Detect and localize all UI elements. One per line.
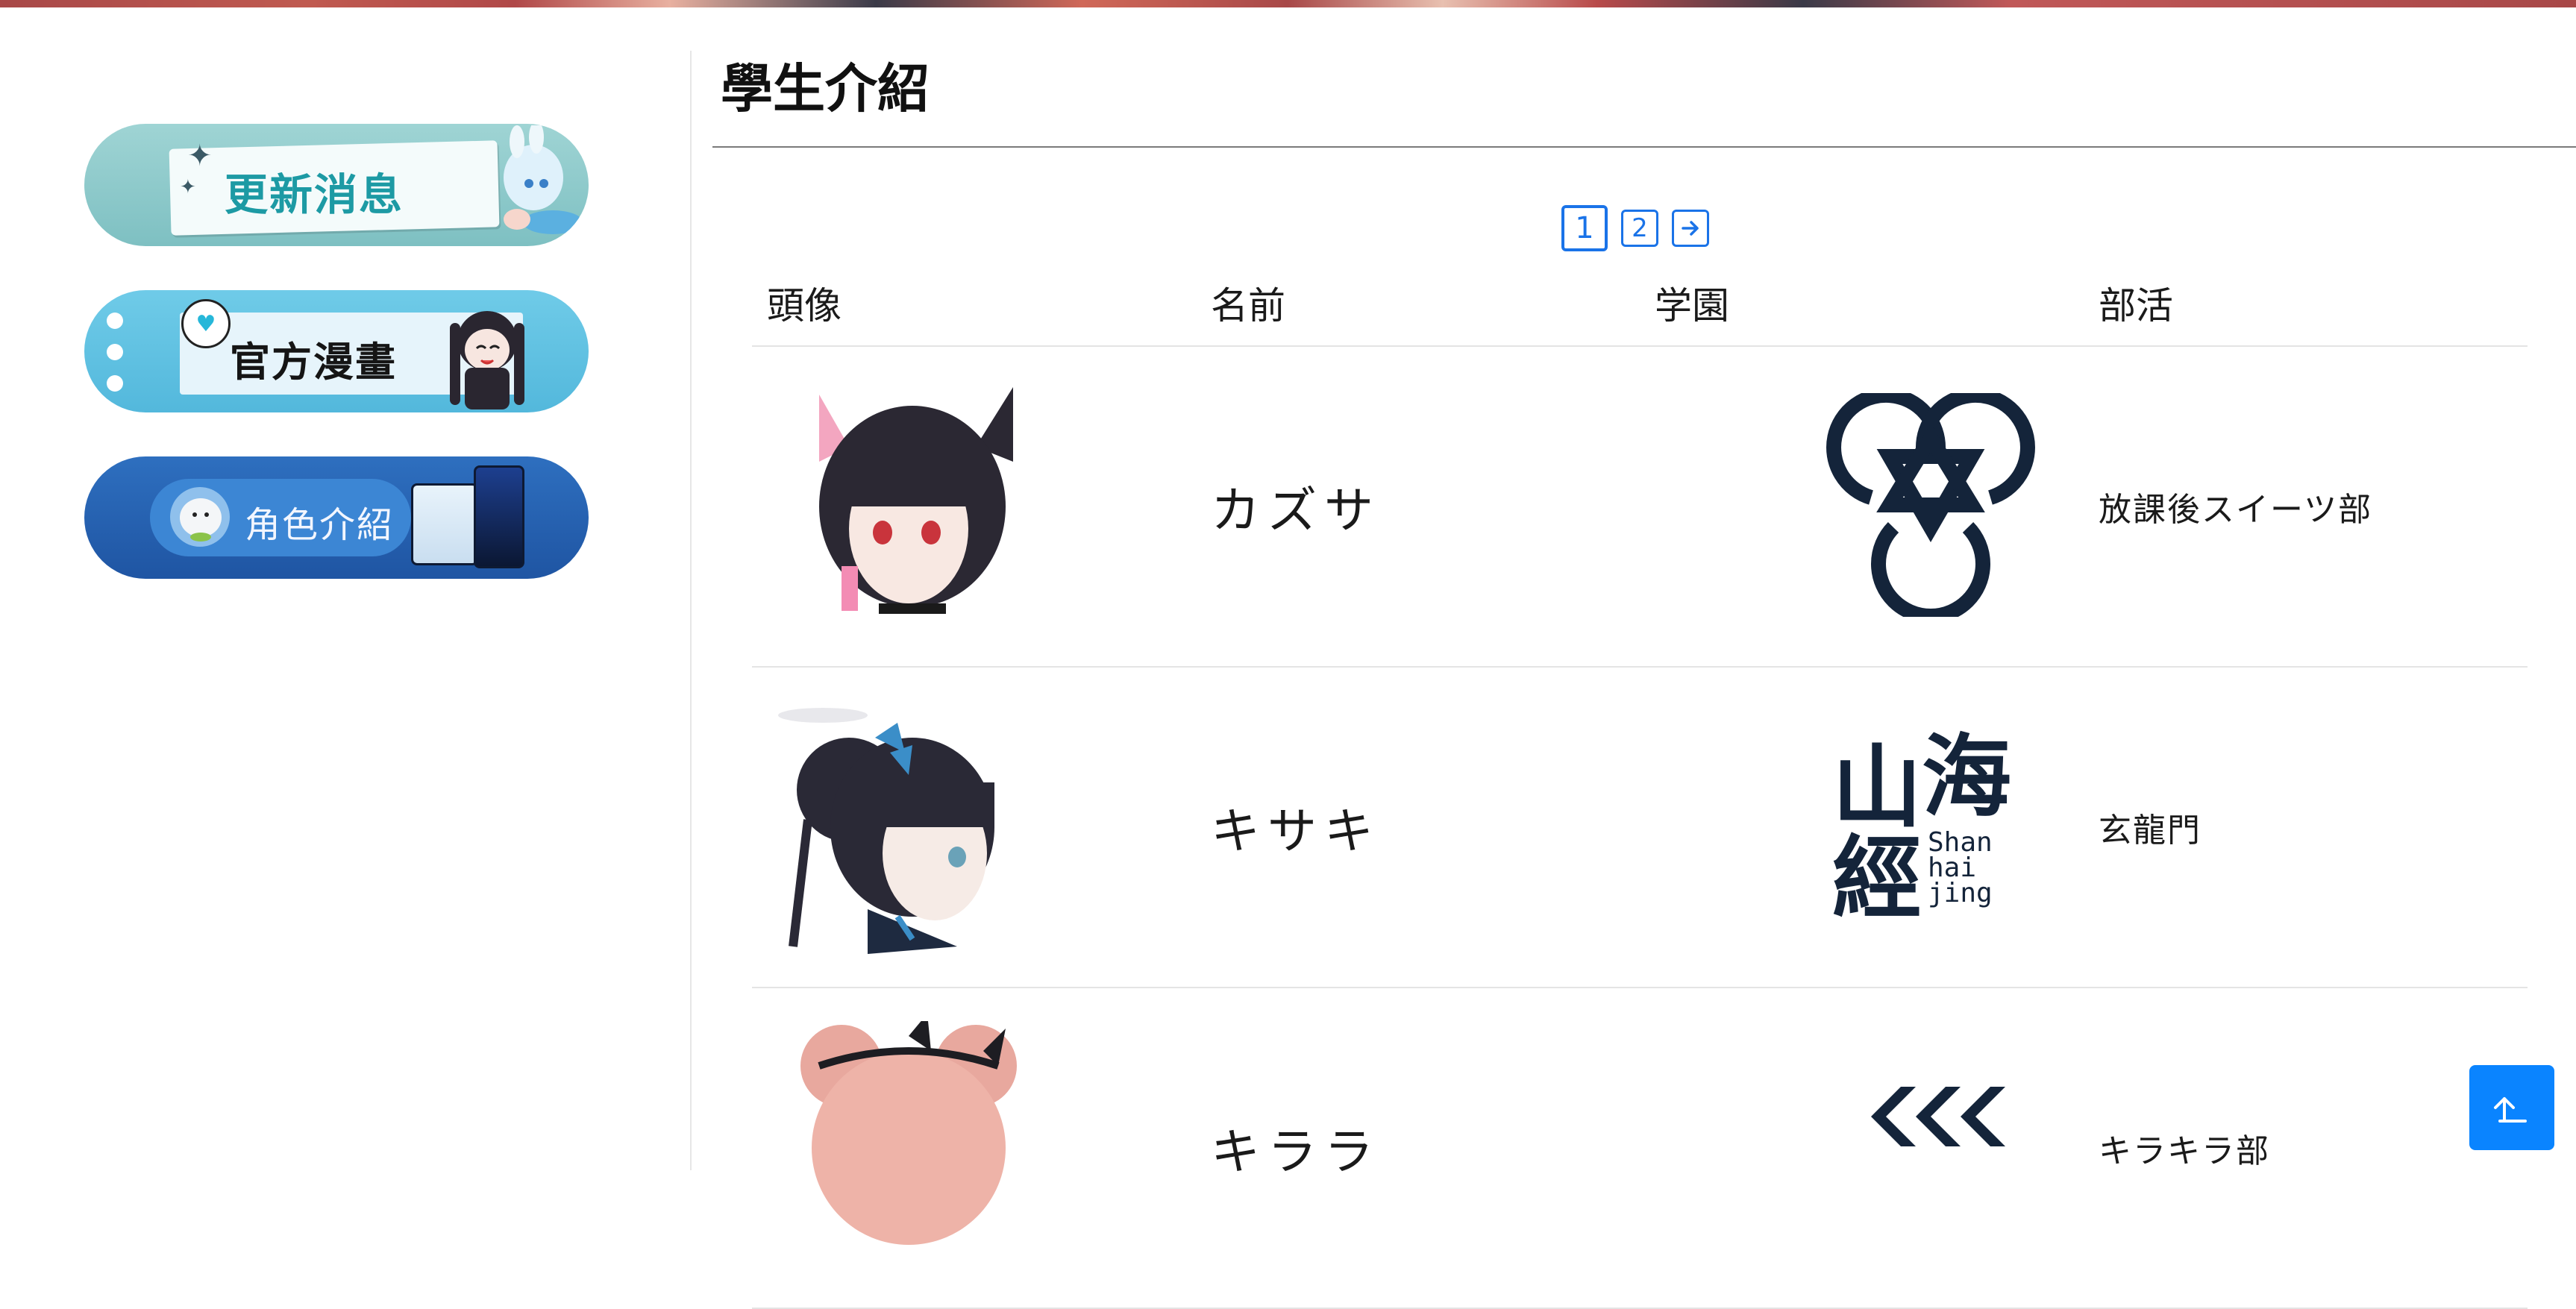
characters-banner-button[interactable]: 角色介紹 xyxy=(84,456,589,579)
content-divider xyxy=(690,51,692,1170)
decor-dots xyxy=(107,313,123,406)
characters-banner-label: 角色介紹 xyxy=(245,504,395,546)
student-club: 放課後スイーツ部 xyxy=(2099,491,2373,529)
phone-screen-left xyxy=(411,483,478,565)
logo-small-3: jing xyxy=(1928,878,1993,908)
phone-screen-right xyxy=(474,465,524,568)
bird-mascot-icon xyxy=(170,487,230,547)
arrow-right-icon xyxy=(1682,221,1699,236)
page-2-button[interactable]: 2 xyxy=(1621,210,1658,247)
student-name: キララ xyxy=(1211,1123,1381,1181)
back-to-top-button[interactable] xyxy=(2469,1065,2554,1150)
header-avatar: 頭像 xyxy=(767,283,842,327)
arrow-up-icon xyxy=(2494,1097,2527,1123)
next-page-button[interactable] xyxy=(1672,210,1709,247)
page-1-button[interactable]: 1 xyxy=(1561,205,1608,251)
header-school: 学園 xyxy=(1655,283,1729,327)
logo-char-1: 山 xyxy=(1832,736,1922,840)
comic-banner-label: 官方漫畫 xyxy=(230,339,397,386)
pagination: 1 2 xyxy=(1561,205,1709,251)
heart-bubble-icon: ♥ xyxy=(181,299,231,348)
table-row[interactable]: キララ キラキラ部 xyxy=(752,988,2528,1309)
sparkle-icon: ✦ xyxy=(187,139,213,173)
page-title: 學生介紹 xyxy=(721,57,930,119)
title-rule xyxy=(712,146,2576,148)
table-row[interactable]: カズサ 放課後スイーツ部 xyxy=(752,347,2528,668)
sidebar: ✦ ✦ 更新消息 ♥ 官方漫畫 角色介紹 xyxy=(0,7,690,1170)
student-name: キサキ xyxy=(1211,803,1381,860)
student-avatar xyxy=(778,700,1032,954)
student-avatar xyxy=(789,380,1043,633)
news-banner-button[interactable]: ✦ ✦ 更新消息 xyxy=(84,124,589,246)
student-avatar xyxy=(789,1021,1043,1275)
sparkle-icon: ✦ xyxy=(180,176,196,198)
comic-banner-button[interactable]: ♥ 官方漫畫 xyxy=(84,290,589,412)
logo-char-2: 海 xyxy=(1922,726,2011,829)
trinity-emblem-icon xyxy=(1826,387,2035,624)
student-club: キラキラ部 xyxy=(2099,1132,2270,1170)
shanhaijing-emblem-icon: 山 海 經 Shan hai jing xyxy=(1832,726,2011,931)
student-name: カズサ xyxy=(1211,482,1381,539)
header-name: 名前 xyxy=(1211,283,1285,327)
chevron-emblem-icon xyxy=(1871,1087,2005,1146)
header-club: 部活 xyxy=(2099,283,2173,327)
student-table: 頭像 名前 学園 部活 カズサ 放課後スイーツ部 キサキ 山 海 經 Shan … xyxy=(752,260,2528,1309)
logo-char-3: 經 xyxy=(1832,827,1922,931)
table-header: 頭像 名前 学園 部活 xyxy=(752,260,2528,347)
student-club: 玄龍門 xyxy=(2099,812,2201,850)
top-banner-strip xyxy=(0,0,2576,7)
news-banner-label: 更新消息 xyxy=(225,169,404,220)
mascot-illustration xyxy=(504,125,583,234)
mascot-illustration xyxy=(450,311,524,409)
table-row[interactable]: キサキ 山 海 經 Shan hai jing 玄龍門 xyxy=(752,668,2528,988)
